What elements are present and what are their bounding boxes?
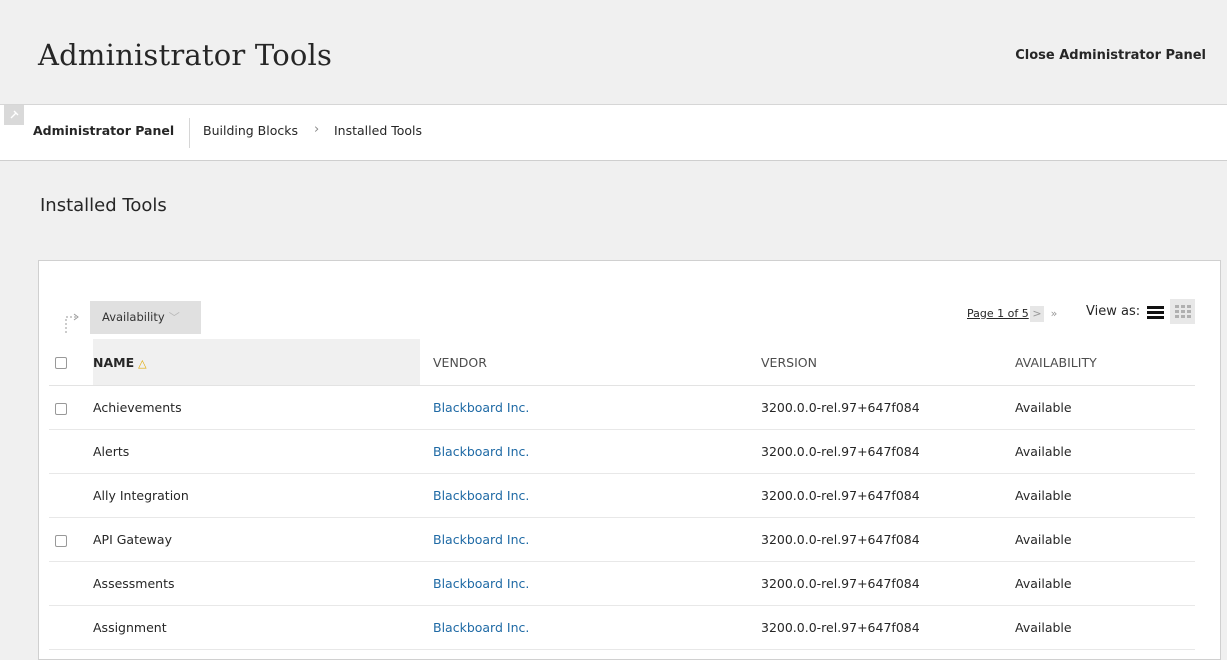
vendor-link[interactable]: Blackboard Inc. (433, 576, 529, 591)
vendor-link[interactable]: Blackboard Inc. (433, 620, 529, 635)
row-checkbox-cell (49, 561, 93, 606)
breadcrumb-root[interactable]: Administrator Panel (33, 123, 174, 138)
close-admin-panel-link[interactable]: Close Administrator Panel (1015, 48, 1206, 63)
tool-name[interactable]: Ally Integration (93, 473, 420, 518)
version-cell: 3200.0.0-rel.97+647f084 (761, 561, 1015, 606)
row-checkbox-cell (49, 517, 93, 562)
breadcrumb-separator: › (314, 122, 320, 137)
vendor-cell: Blackboard Inc. (420, 561, 761, 606)
bulk-action-arrow-icon (65, 313, 79, 333)
vendor-link[interactable]: Blackboard Inc. (433, 532, 529, 547)
vendor-link[interactable]: Blackboard Inc. (433, 400, 529, 415)
column-header-vendor[interactable]: VENDOR (420, 339, 761, 386)
select-all-checkbox[interactable] (55, 357, 67, 369)
availability-filter-button[interactable]: Availability ﹀ (90, 301, 201, 334)
breadcrumb-item-building-blocks[interactable]: Building Blocks (203, 123, 298, 138)
row-checkbox-cell (49, 605, 93, 650)
column-header-version[interactable]: VERSION (761, 339, 1015, 386)
table-row: Achievements Blackboard Inc. 3200.0.0-rel.… (49, 385, 1195, 430)
select-all-cell (49, 339, 93, 386)
vendor-cell: Blackboard Inc. (420, 473, 761, 518)
tools-table: NAME △ VENDOR VERSION AVAILABILITY Achiev… (49, 339, 1195, 650)
column-header-availability[interactable]: AVAILABILITY (1015, 339, 1195, 386)
chevron-down-icon: ﹀ (168, 311, 180, 324)
tools-panel: Availability ﹀ Page 1 of 5 > » View as: N… (38, 260, 1221, 660)
column-header-name[interactable]: NAME △ (93, 339, 420, 386)
row-checkbox-cell (49, 385, 93, 430)
table-header-row: NAME △ VENDOR VERSION AVAILABILITY (49, 339, 1195, 386)
page-header: Administrator Tools Close Administrator … (0, 0, 1227, 105)
sort-ascending-icon: △ (138, 356, 147, 370)
view-as-label: View as: (1086, 304, 1141, 319)
availability-filter-label: Availability (102, 310, 165, 324)
row-checkbox[interactable] (55, 534, 67, 547)
column-header-name-label: NAME (93, 354, 135, 370)
row-checkbox[interactable] (55, 402, 67, 415)
tool-name[interactable]: API Gateway (93, 517, 420, 562)
page-title: Installed Tools (40, 195, 167, 216)
list-view-icon[interactable] (1146, 303, 1165, 322)
vendor-cell: Blackboard Inc. (420, 429, 761, 474)
row-checkbox-cell (49, 473, 93, 518)
table-row: API Gateway Blackboard Inc. 3200.0.0-rel.9… (49, 517, 1195, 562)
version-cell: 3200.0.0-rel.97+647f084 (761, 385, 1015, 430)
table-body: Achievements Blackboard Inc. 3200.0.0-rel.… (49, 385, 1195, 650)
version-cell: 3200.0.0-rel.97+647f084 (761, 429, 1015, 474)
tool-name[interactable]: Assignment (93, 605, 420, 650)
availability-cell: Available (1015, 517, 1195, 562)
table-row: Ally Integration Blackboard Inc. 3200.0.0-… (49, 473, 1195, 518)
availability-cell: Available (1015, 561, 1195, 606)
last-page-button[interactable]: » (1047, 306, 1061, 322)
version-cell: 3200.0.0-rel.97+647f084 (761, 517, 1015, 562)
row-checkbox-cell (49, 429, 93, 474)
availability-cell: Available (1015, 605, 1195, 650)
availability-cell: Available (1015, 473, 1195, 518)
tool-name[interactable]: Assessments (93, 561, 420, 606)
pager-text[interactable]: Page 1 of 5 (967, 307, 1029, 320)
vendor-link[interactable]: Blackboard Inc. (433, 488, 529, 503)
vendor-link[interactable]: Blackboard Inc. (433, 444, 529, 459)
version-cell: 3200.0.0-rel.97+647f084 (761, 605, 1015, 650)
breadcrumb-divider (189, 118, 190, 148)
next-page-button[interactable]: > (1030, 306, 1044, 322)
version-cell: 3200.0.0-rel.97+647f084 (761, 473, 1015, 518)
pin-icon[interactable] (4, 105, 24, 125)
vendor-cell: Blackboard Inc. (420, 385, 761, 430)
vendor-cell: Blackboard Inc. (420, 517, 761, 562)
table-row: Assignment Blackboard Inc. 3200.0.0-rel.97… (49, 605, 1195, 650)
breadcrumb-item-installed-tools: Installed Tools (334, 123, 423, 138)
availability-cell: Available (1015, 385, 1195, 430)
page-header-title: Administrator Tools (38, 38, 333, 72)
vendor-cell: Blackboard Inc. (420, 605, 761, 650)
tool-name[interactable]: Achievements (93, 385, 420, 430)
table-row: Alerts Blackboard Inc. 3200.0.0-rel.97+647… (49, 429, 1195, 474)
tool-name[interactable]: Alerts (93, 429, 420, 474)
grid-view-icon[interactable] (1170, 299, 1195, 324)
table-row: Assessments Blackboard Inc. 3200.0.0-rel.9… (49, 561, 1195, 606)
breadcrumb: Administrator Panel Building Blocks › In… (0, 105, 1227, 161)
availability-cell: Available (1015, 429, 1195, 474)
